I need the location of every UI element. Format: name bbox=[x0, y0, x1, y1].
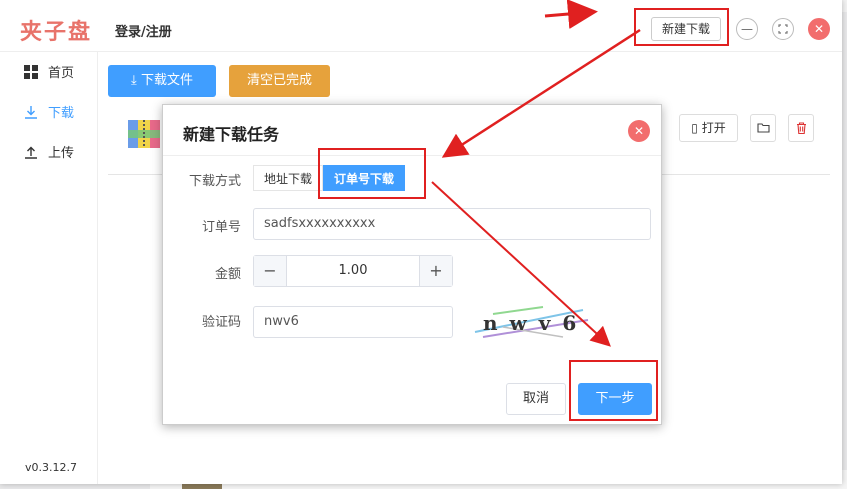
folder-icon bbox=[756, 123, 770, 133]
cancel-button[interactable]: 取消 bbox=[506, 383, 566, 415]
method-label: 下载方式 bbox=[188, 174, 241, 189]
open-file-button[interactable]: ▯ 打开 bbox=[679, 114, 738, 142]
amount-input[interactable]: 1.00 bbox=[286, 256, 420, 286]
sidebar-item-download[interactable]: 下载 bbox=[24, 102, 74, 121]
captcha-label: 验证码 bbox=[201, 315, 241, 330]
download-icon: ⤓ bbox=[131, 73, 137, 88]
increment-button[interactable]: + bbox=[420, 256, 452, 286]
maximize-button[interactable] bbox=[772, 18, 794, 40]
captcha-image[interactable]: nwv6 bbox=[473, 302, 593, 342]
open-folder-button[interactable] bbox=[750, 114, 776, 142]
download-files-button[interactable]: ⤓ 下载文件 bbox=[108, 65, 216, 97]
open-file-label: 打开 bbox=[701, 121, 726, 135]
book-icon: ▯ bbox=[691, 121, 698, 135]
sidebar-item-label: 上传 bbox=[48, 146, 75, 161]
delete-file-button[interactable] bbox=[788, 114, 814, 142]
sidebar-item-label: 首页 bbox=[48, 66, 75, 81]
close-icon: ✕ bbox=[813, 22, 825, 36]
close-window-button[interactable]: ✕ bbox=[808, 18, 830, 40]
version-label: v0.3.12.7 bbox=[25, 461, 77, 474]
minimize-button[interactable]: — bbox=[736, 18, 758, 40]
decrement-button[interactable]: − bbox=[254, 256, 286, 286]
amount-label: 金额 bbox=[214, 267, 241, 282]
archive-file-icon bbox=[128, 120, 160, 148]
minimize-icon: — bbox=[741, 22, 753, 36]
order-number-label: 订单号 bbox=[201, 220, 241, 235]
captcha-text: nwv6 bbox=[483, 311, 588, 335]
login-register-link[interactable]: 登录/注册 bbox=[115, 21, 172, 40]
maximize-icon bbox=[778, 24, 788, 34]
sidebar-item-home[interactable]: 首页 bbox=[24, 62, 74, 81]
grid-icon bbox=[24, 64, 38, 79]
download-files-label: 下载文件 bbox=[140, 73, 193, 88]
captcha-input[interactable]: nwv6 bbox=[253, 306, 453, 338]
upload-icon bbox=[25, 146, 37, 159]
sidebar-item-label: 下载 bbox=[48, 106, 75, 121]
highlight-new-download bbox=[634, 8, 729, 46]
order-number-input[interactable]: sadfsxxxxxxxxxx bbox=[253, 208, 651, 240]
method-option-url[interactable]: 地址下载 bbox=[253, 165, 324, 191]
highlight-next-step bbox=[569, 360, 658, 421]
close-icon: ✕ bbox=[633, 124, 645, 138]
sidebar: 首页 下载 上传 v0.3.12.7 bbox=[0, 52, 98, 484]
clear-completed-button[interactable]: 清空已完成 bbox=[229, 65, 330, 97]
dialog-close-button[interactable]: ✕ bbox=[628, 120, 650, 142]
trash-icon bbox=[796, 122, 806, 135]
download-icon bbox=[25, 105, 37, 119]
app-logo: 夹子盘 bbox=[20, 20, 93, 45]
highlight-order-download bbox=[318, 148, 426, 199]
amount-stepper: − 1.00 + bbox=[253, 255, 453, 287]
dialog-title: 新建下载任务 bbox=[183, 125, 280, 144]
sidebar-item-upload[interactable]: 上传 bbox=[24, 142, 74, 161]
